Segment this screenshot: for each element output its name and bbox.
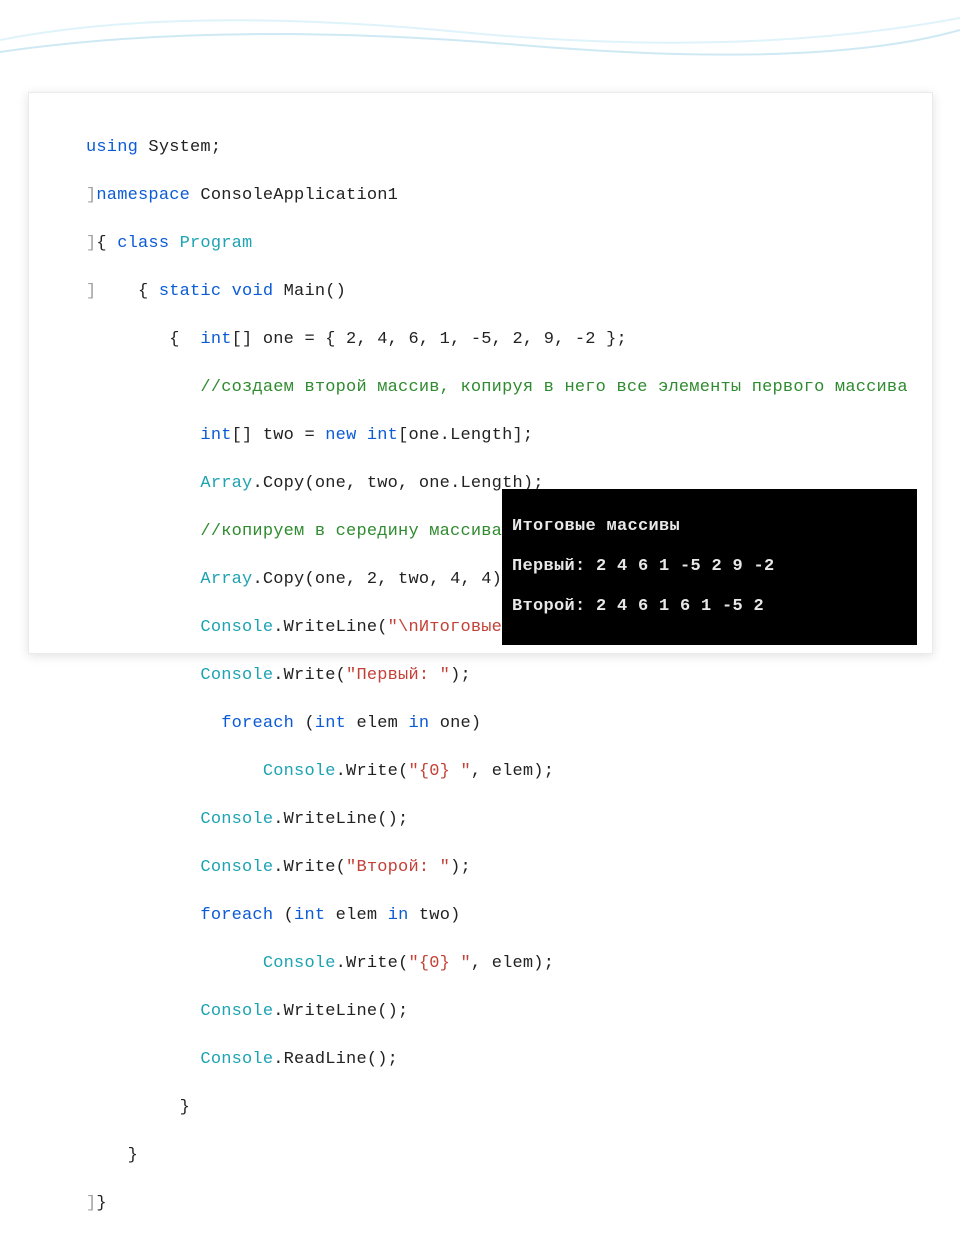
decorative-swoosh (0, 0, 960, 75)
code-line: } (86, 1096, 908, 1120)
code-line: using System; (86, 136, 908, 160)
code-line: Console.Write("{0} ", elem); (86, 760, 908, 784)
code-line: int[] two = new int[one.Length]; (86, 424, 908, 448)
code-line: { int[] one = { 2, 4, 6, 1, -5, 2, 9, -2… (86, 328, 908, 352)
code-line: foreach (int elem in two) (86, 904, 908, 928)
code-line: Console.ReadLine(); (86, 1048, 908, 1072)
code-line: Console.WriteLine(); (86, 808, 908, 832)
code-line: Console.WriteLine(); (86, 1000, 908, 1024)
code-line: ]namespace ConsoleApplication1 (86, 184, 908, 208)
console-line: Первый: 2 4 6 1 -5 2 9 -2 (512, 557, 907, 577)
console-line: Итоговые массивы (512, 517, 907, 537)
code-line: foreach (int elem in one) (86, 712, 908, 736)
console-line: Второй: 2 4 6 1 6 1 -5 2 (512, 597, 907, 617)
code-line: Console.Write("Второй: "); (86, 856, 908, 880)
console-output: Итоговые массивы Первый: 2 4 6 1 -5 2 9 … (502, 489, 917, 645)
code-line: Console.Write("Первый: "); (86, 664, 908, 688)
code-line: Console.Write("{0} ", elem); (86, 952, 908, 976)
code-line: ]} (86, 1192, 908, 1216)
code-line: ] { static void Main() (86, 280, 908, 304)
code-line: } (86, 1144, 908, 1168)
code-line: //создаем второй массив, копируя в него … (86, 376, 908, 400)
code-line: ]{ class Program (86, 232, 908, 256)
code-block: using System; ]namespace ConsoleApplicat… (86, 112, 908, 1240)
